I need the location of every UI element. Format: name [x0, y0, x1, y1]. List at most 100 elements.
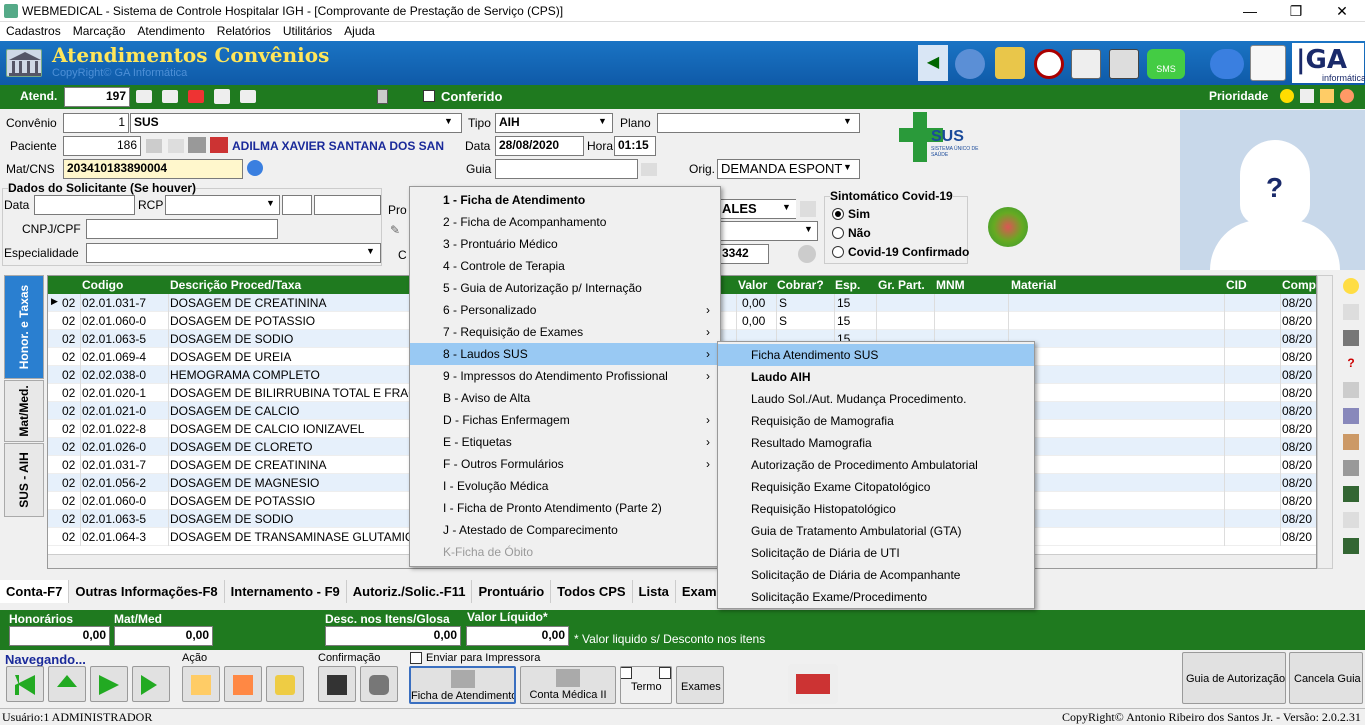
pencil-icon[interactable]: ✎	[390, 223, 400, 237]
sub-item[interactable]: Requisição Exame Citopatológico	[718, 476, 1034, 498]
solicitante-data-input[interactable]	[34, 195, 135, 215]
sub-item[interactable]: Solicitação de Diária de UTI	[718, 542, 1034, 564]
covid-confirmado-radio[interactable]	[832, 246, 844, 258]
col-descricao[interactable]: Descrição Proced/Taxa	[170, 278, 301, 292]
ctx-item[interactable]: 7 - Requisição de Exames ›	[410, 321, 720, 343]
printer-side-icon[interactable]	[1343, 460, 1359, 476]
group-icon[interactable]	[1320, 89, 1334, 103]
hand-pointer-icon-2[interactable]	[162, 90, 178, 103]
label-printer-icon[interactable]	[788, 664, 838, 704]
col-comp[interactable]: Comp	[1282, 278, 1316, 292]
chevron-down-icon[interactable]: ▼	[598, 116, 607, 126]
ctx-item[interactable]: 9 - Impressos do Atendimento Profissiona…	[410, 365, 720, 387]
rcp-number-input[interactable]	[314, 195, 381, 215]
rcp-select[interactable]	[165, 195, 280, 215]
tab-internamento[interactable]: Internamento - F9	[225, 580, 347, 603]
cnpj-input[interactable]	[86, 219, 278, 239]
ctx-item[interactable]: 1 - Ficha de Atendimento	[410, 189, 720, 211]
hand-delete-icon[interactable]	[188, 90, 204, 103]
clock-icon[interactable]	[1034, 49, 1064, 79]
chevron-down-icon[interactable]: ▼	[366, 246, 375, 256]
ctx-item[interactable]: E - Etiquetas ›	[410, 431, 720, 453]
menu-ajuda[interactable]: Ajuda	[338, 22, 381, 38]
document-edit-icon[interactable]	[1071, 49, 1101, 79]
copy-icon[interactable]	[1343, 304, 1359, 320]
especialidade-select[interactable]	[86, 243, 381, 263]
delete-button[interactable]	[266, 666, 304, 702]
matcns-input[interactable]: 203410183890004	[63, 159, 243, 179]
plano-select[interactable]	[657, 113, 860, 133]
guia-input[interactable]	[495, 159, 638, 179]
hand-pointer-icon-3[interactable]	[240, 90, 256, 103]
tab-autoriz[interactable]: Autoriz./Solic.-F11	[347, 580, 473, 603]
eraser-icon[interactable]	[1343, 382, 1359, 398]
tab-prontuario[interactable]: Prontuário	[472, 580, 552, 603]
col-valor[interactable]: Valor	[738, 278, 767, 292]
tab-honor-taxas[interactable]: Honor. e Taxas	[4, 275, 44, 379]
target-icon[interactable]	[798, 245, 816, 263]
sub-item[interactable]: Laudo AIH	[718, 366, 1034, 388]
document-list-icon[interactable]	[1343, 512, 1359, 528]
rcp-uf-input[interactable]	[282, 195, 312, 215]
next-record-button[interactable]	[90, 666, 128, 702]
user-add-icon[interactable]	[955, 49, 985, 79]
chevron-down-icon[interactable]: ▼	[444, 116, 453, 126]
sub-item[interactable]: Solicitação Exame/Procedimento	[718, 586, 1034, 608]
ctx-item[interactable]: 8 - Laudos SUS ›	[410, 343, 720, 365]
calendar-grid-icon[interactable]	[1343, 408, 1359, 424]
sub-item[interactable]: Resultado Mamografia	[718, 432, 1034, 454]
covid-nao-radio[interactable]	[832, 227, 844, 239]
print-icon[interactable]	[188, 137, 206, 153]
close-button[interactable]: ✕	[1319, 0, 1365, 22]
chevron-down-icon[interactable]: ▼	[782, 202, 791, 212]
tab-lista[interactable]: Lista	[633, 580, 676, 603]
help-question-icon[interactable]: ?	[1343, 356, 1359, 372]
prev-record-button[interactable]	[48, 666, 86, 702]
sub-item[interactable]: Autorização de Procedimento Ambulatorial	[718, 454, 1034, 476]
sub-item[interactable]: Ficha Atendimento SUS	[718, 344, 1034, 366]
ctx-item[interactable]: 4 - Controle de Terapia	[410, 255, 720, 277]
monitor-icon-2[interactable]	[1343, 538, 1359, 554]
ctx-item[interactable]: 2 - Ficha de Acompanhamento	[410, 211, 720, 233]
cancel-button[interactable]	[360, 666, 398, 702]
convenio-code-input[interactable]: 1	[63, 113, 129, 133]
sun-new-icon[interactable]	[1343, 278, 1359, 294]
printer-icon[interactable]	[210, 137, 228, 153]
ctx-item[interactable]: 5 - Guia de Autorização p/ Internação	[410, 277, 720, 299]
tab-todos-cps[interactable]: Todos CPS	[551, 580, 633, 603]
sms-icon[interactable]: SMS	[1147, 49, 1185, 79]
globe-mail-icon[interactable]	[1210, 49, 1244, 79]
restore-button[interactable]: ❐	[1273, 0, 1319, 22]
ctx-item[interactable]: I - Evolução Médica	[410, 475, 720, 497]
orig-select[interactable]: DEMANDA ESPONT	[717, 159, 860, 179]
termo-button[interactable]: Termo	[620, 666, 672, 704]
presenter-icon[interactable]	[1250, 45, 1286, 81]
tab-mat-med[interactable]: Mat/Med.	[4, 380, 44, 442]
network-icon[interactable]	[1343, 434, 1359, 450]
menu-marcacao[interactable]: Marcação	[67, 22, 132, 38]
hand-pointer-icon[interactable]	[136, 90, 152, 103]
document-icon[interactable]	[168, 139, 184, 153]
hora-input[interactable]: 01:15	[614, 136, 656, 156]
chevron-down-icon[interactable]: ▼	[843, 116, 852, 126]
save-button[interactable]	[318, 666, 356, 702]
covid-sim-radio[interactable]	[832, 208, 844, 220]
menu-relatorios[interactable]: Relatórios	[211, 22, 277, 38]
guia-autorizacao-button[interactable]: Guia de Autorização	[1182, 652, 1286, 704]
conta-medica-button[interactable]: Conta Médica II	[520, 666, 616, 704]
menu-cadastros[interactable]: Cadastros	[0, 22, 67, 38]
caduceus-icon[interactable]	[995, 47, 1025, 79]
col-material[interactable]: Material	[1011, 278, 1056, 292]
menu-utilitarios[interactable]: Utilitários	[277, 22, 338, 38]
person-icon[interactable]	[1340, 89, 1354, 103]
binoculars-icon[interactable]	[146, 139, 162, 153]
menu-atendimento[interactable]: Atendimento	[131, 22, 210, 38]
cancela-guia-button[interactable]: Cancela Guia	[1289, 652, 1363, 704]
ctx-item[interactable]: B - Aviso de Alta	[410, 387, 720, 409]
col-grpart[interactable]: Gr. Part.	[878, 278, 925, 292]
partial-select-2[interactable]	[718, 221, 818, 241]
ctx-item[interactable]: 6 - Personalizado ›	[410, 299, 720, 321]
col-mnm[interactable]: MNM	[936, 278, 965, 292]
back-arrow-icon[interactable]: ◀	[918, 45, 948, 81]
ctx-item[interactable]: I - Ficha de Pronto Atendimento (Parte 2…	[410, 497, 720, 519]
